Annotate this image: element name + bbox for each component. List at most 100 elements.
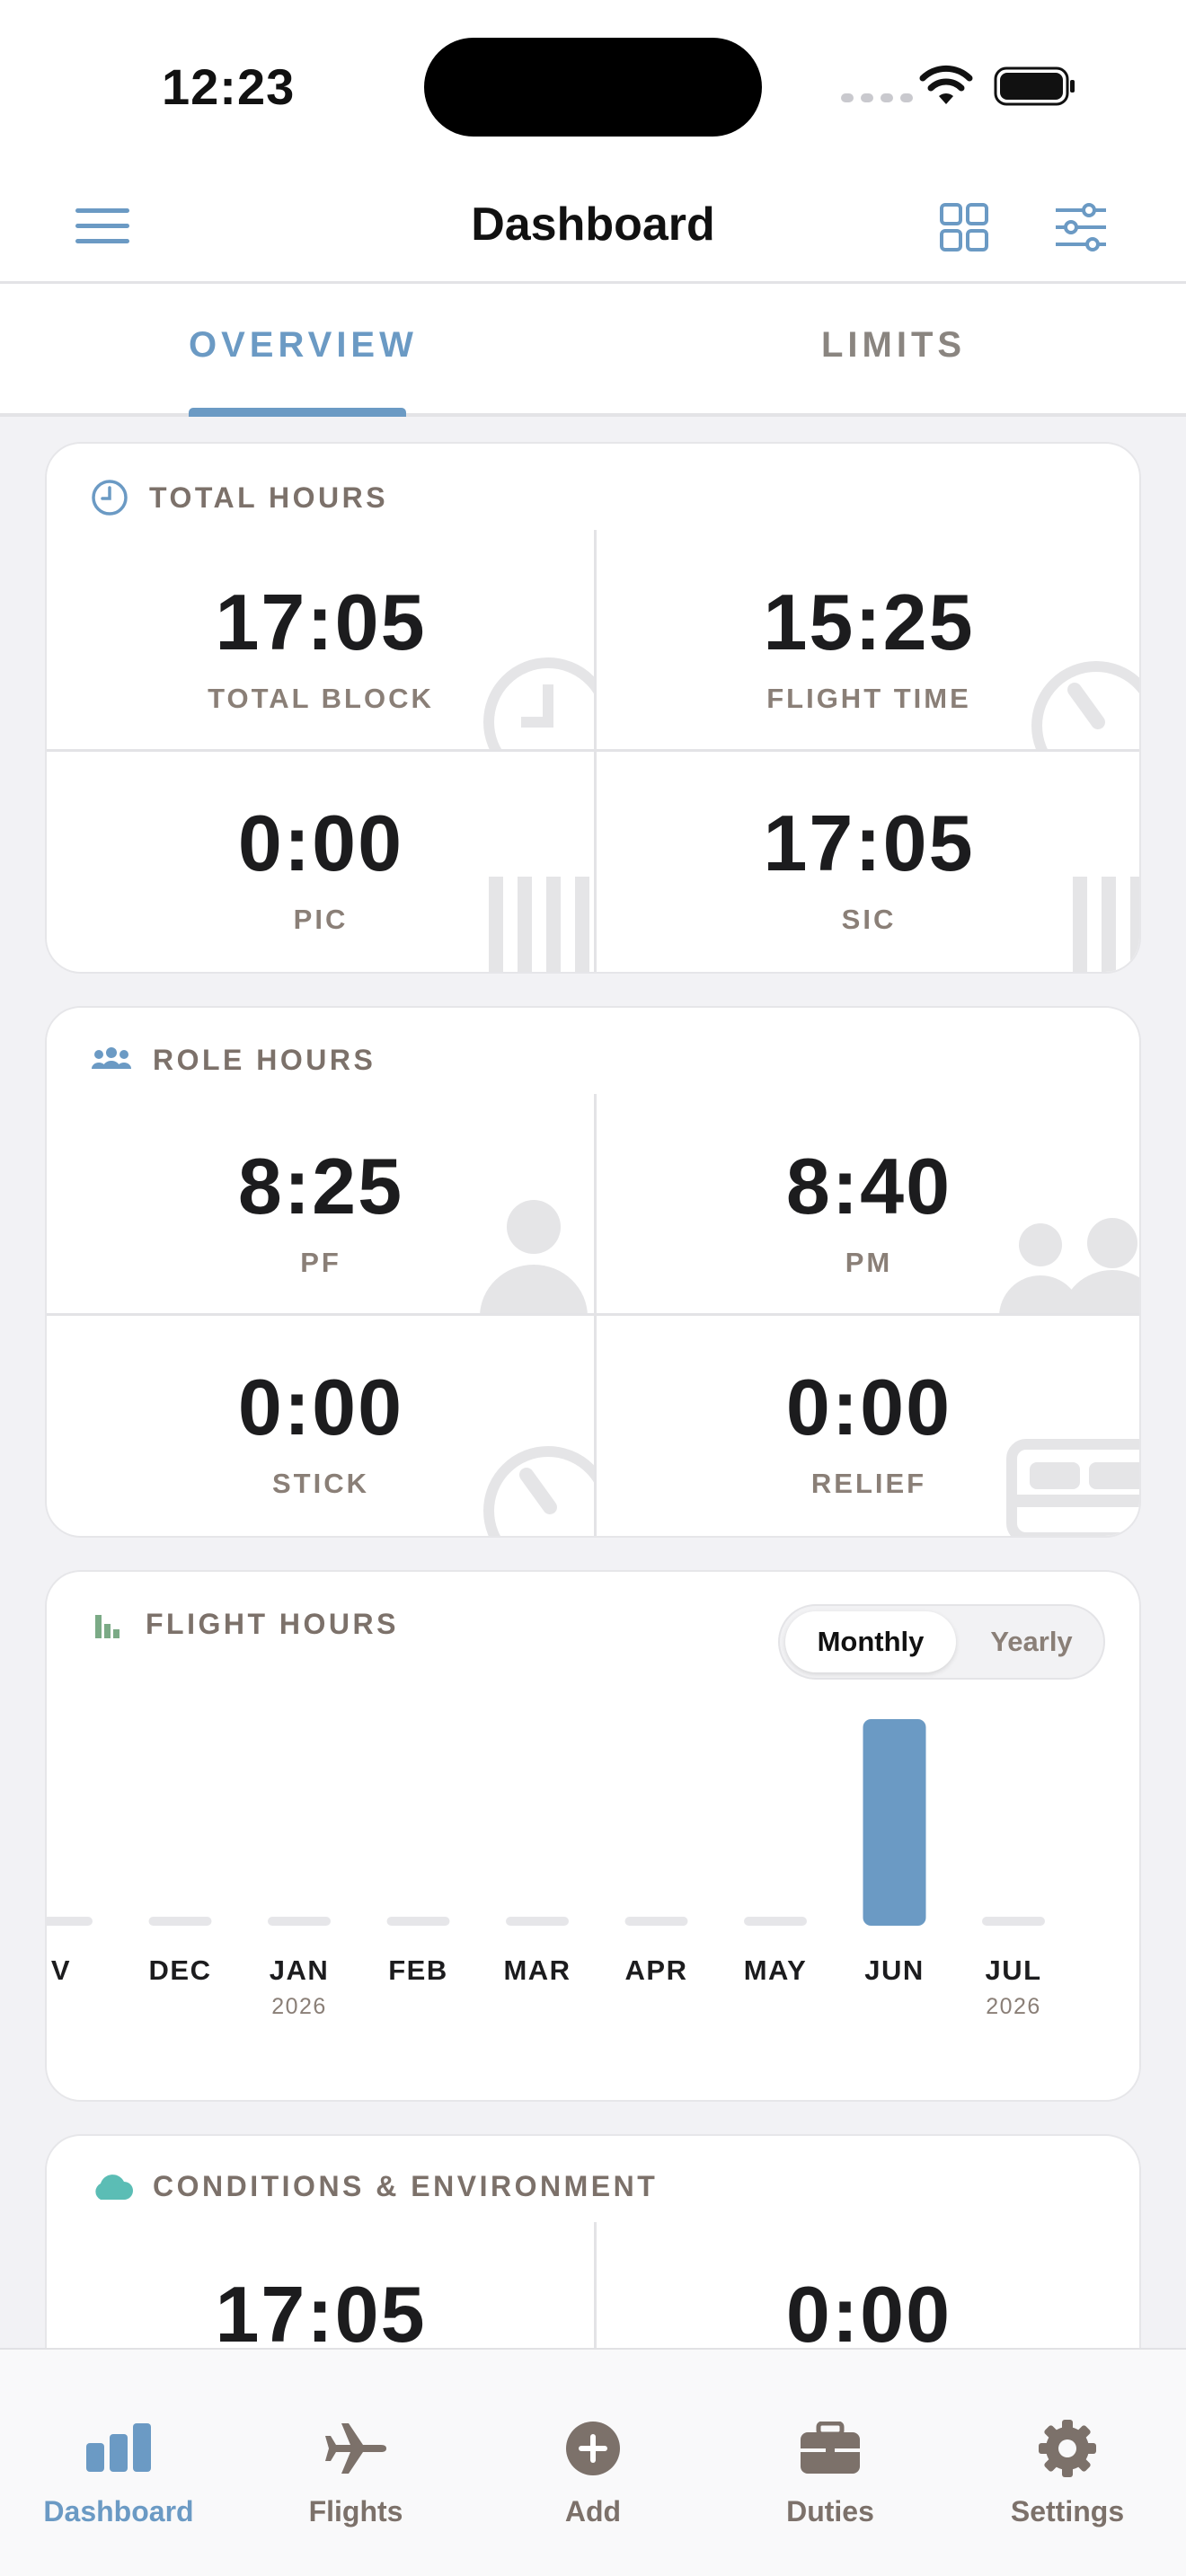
tabbar-label-settings: Settings (1010, 2495, 1125, 2527)
conditions-value-2: 0:00 (785, 2270, 952, 2359)
x-tick-label: APR (625, 1954, 688, 1986)
bar-feb[interactable] (386, 1917, 450, 1926)
flight-time-stat[interactable]: 15:25 FLIGHT TIME (595, 530, 1139, 751)
bar-apr[interactable] (624, 1917, 688, 1926)
pm-stat[interactable]: 8:40 PM (595, 1094, 1139, 1315)
period-toggle: Monthly Yearly (778, 1604, 1105, 1680)
bar-chart-icon (95, 1615, 119, 1638)
grid-divider (594, 530, 597, 972)
pic-stat[interactable]: 0:00 PIC (47, 751, 595, 972)
monthly-toggle-option[interactable]: Monthly (785, 1611, 956, 1672)
briefcase-icon (801, 2422, 860, 2474)
x-tick-label: V (51, 1954, 71, 1986)
tabbar-item-add[interactable]: Add (474, 2350, 712, 2529)
x-tick-label: MAY (744, 1954, 808, 1986)
flight-time-value: 15:25 (763, 578, 975, 666)
total-hours-header: TOTAL HOURS (90, 478, 388, 517)
tabbar-item-settings[interactable]: Settings (949, 2350, 1186, 2529)
tabbar-item-duties[interactable]: Duties (712, 2350, 949, 2529)
relief-value: 0:00 (785, 1363, 952, 1451)
x-tick-year-label: 2026 (986, 1994, 1041, 2019)
conditions-header: CONDITIONS & ENVIRONMENT (90, 2170, 658, 2203)
page-title: Dashboard (471, 198, 715, 251)
grid-divider (47, 749, 1139, 752)
x-tick-label: DEC (149, 1954, 212, 1986)
total-block-label: TOTAL BLOCK (208, 683, 434, 714)
battery-icon (994, 66, 1075, 106)
yearly-toggle-option[interactable]: Yearly (960, 1611, 1103, 1672)
conditions-title: CONDITIONS & ENVIRONMENT (153, 2170, 659, 2202)
tabbar-label-dashboard: Dashboard (43, 2495, 194, 2527)
pic-value: 0:00 (237, 798, 404, 887)
bar-mar[interactable] (506, 1917, 569, 1926)
pf-label: PF (300, 1247, 341, 1278)
sic-value: 17:05 (763, 798, 975, 887)
bottom-tab-bar: Dashboard Flights Add Duties Settings (0, 2348, 1186, 2576)
pm-value: 8:40 (785, 1142, 952, 1231)
navigation-bar: Dashboard (0, 171, 1186, 284)
total-block-value: 17:05 (215, 578, 427, 666)
x-tick-label: FEB (388, 1954, 448, 1986)
cellular-signal-icon (841, 93, 913, 102)
bar-value-label: 17:05 (863, 1707, 925, 1710)
grid-icon[interactable] (938, 201, 990, 253)
sic-label: SIC (841, 904, 897, 935)
x-tick-label: JUN (864, 1954, 925, 1986)
flight-time-label: FLIGHT TIME (766, 683, 971, 714)
pf-value: 8:25 (237, 1142, 404, 1231)
role-hours-title: ROLE HOURS (153, 1043, 376, 1076)
sliders-icon[interactable] (1053, 201, 1109, 253)
total-hours-card[interactable]: TOTAL HOURS 17:05 TOTAL BLOCK 15:25 FLIG… (45, 442, 1141, 974)
tab-limits[interactable]: LIMITS (821, 325, 966, 366)
x-tick-year-label: 2026 (271, 1994, 327, 2019)
conditions-value-1: 17:05 (215, 2270, 427, 2359)
bar-nov[interactable] (47, 1917, 93, 1926)
airplane-icon (325, 2423, 386, 2474)
stick-value: 0:00 (237, 1363, 404, 1451)
x-tick-label: MAR (503, 1954, 571, 1986)
cloud-icon (95, 2174, 133, 2200)
wifi-icon (919, 65, 973, 104)
tabbar-label-duties: Duties (786, 2495, 874, 2527)
active-tab-indicator (189, 408, 406, 417)
flight-hours-title: FLIGHT HOURS (146, 1607, 399, 1640)
total-block-stat[interactable]: 17:05 TOTAL BLOCK (47, 530, 595, 751)
gear-icon (1039, 2420, 1096, 2477)
flight-hours-header: FLIGHT HOURS (90, 1606, 399, 1642)
pm-label: PM (845, 1247, 893, 1278)
bar-may[interactable] (744, 1917, 807, 1926)
grid-divider (594, 1094, 597, 1536)
people-icon (92, 1047, 131, 1069)
tabbar-item-flights[interactable]: Flights (237, 2350, 474, 2529)
relief-label: RELIEF (810, 1468, 927, 1499)
bar-jun[interactable] (863, 1719, 926, 1926)
role-hours-card[interactable]: ROLE HOURS 8:25 PF 8:40 PM 0:00 STICK 0:… (45, 1006, 1141, 1538)
tabbar-label-flights: Flights (308, 2495, 403, 2527)
bar-chart-icon (86, 2423, 151, 2472)
flight-hours-chart: V DEC JAN 2026 FEB MAR APR MAY 17:05 JUN JUL 2026 (47, 1707, 1045, 2019)
role-hours-header: ROLE HOURS (90, 1042, 376, 1078)
total-hours-title: TOTAL HOURS (149, 481, 389, 514)
plus-circle-icon (566, 2422, 620, 2475)
tabbar-item-dashboard[interactable]: Dashboard (0, 2350, 237, 2529)
status-time: 12:23 (162, 58, 296, 115)
relief-stat[interactable]: 0:00 RELIEF (595, 1315, 1139, 1536)
sic-stat[interactable]: 17:05 SIC (595, 751, 1139, 972)
pic-label: PIC (293, 904, 349, 935)
dynamic-island (424, 38, 762, 137)
bar-jul[interactable] (982, 1917, 1045, 1926)
pf-stat[interactable]: 8:25 PF (47, 1094, 595, 1315)
flight-hours-card: FLIGHT HOURS Monthly Yearly V DEC JAN 2026 F… (45, 1570, 1141, 2102)
stick-label: STICK (272, 1468, 369, 1499)
bar-dec[interactable] (148, 1917, 212, 1926)
tab-overview[interactable]: OVERVIEW (189, 325, 418, 366)
stick-stat[interactable]: 0:00 STICK (47, 1315, 595, 1536)
segment-tabs: OVERVIEW LIMITS (0, 284, 1186, 417)
clock-icon (92, 480, 128, 516)
status-bar: 12:23 (0, 0, 1186, 171)
bar-jan[interactable] (268, 1917, 331, 1926)
tabbar-label-add: Add (564, 2495, 622, 2527)
x-tick-label: JUL (985, 1954, 1041, 1986)
grid-divider (47, 1313, 1139, 1316)
x-tick-label: JAN (270, 1954, 330, 1986)
